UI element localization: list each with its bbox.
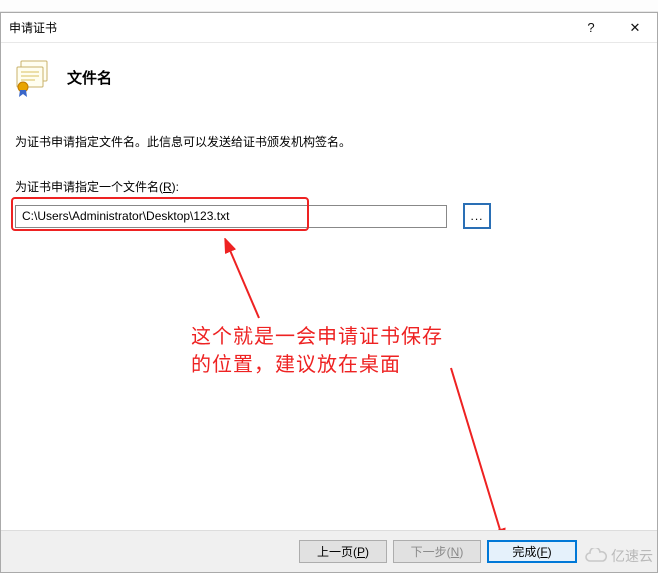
browse-button-label: ...: [470, 209, 483, 223]
dialog-title: 申请证书: [9, 19, 569, 36]
annotation-text: 这个就是一会申请证书保存 的位置，建议放在桌面: [191, 323, 491, 379]
close-icon: ✕: [630, 20, 641, 36]
wizard-footer: 上一页(P) 下一步(N) 完成(F): [1, 530, 657, 572]
next-button: 下一步(N): [393, 540, 481, 563]
path-label-suffix: ):: [172, 180, 179, 194]
finish-label-prefix: 完成(: [512, 543, 540, 560]
annotation-arrow-down: [441, 363, 561, 543]
cloud-icon: [583, 548, 609, 564]
finish-label-suffix: ): [548, 545, 552, 559]
path-field-label: 为证书申请指定一个文件名(R):: [15, 178, 639, 195]
close-button[interactable]: ✕: [613, 13, 657, 43]
finish-button[interactable]: 完成(F): [487, 540, 577, 563]
path-label-hotkey: R: [163, 180, 172, 194]
watermark: 亿速云: [583, 546, 653, 566]
prev-label-suffix: ): [365, 545, 369, 559]
titlebar: 申请证书 ? ✕: [1, 13, 657, 43]
wizard-dialog: 申请证书 ? ✕ 文件名 为证书申请指定文件名。此信息可以发送给证书颁发机构签名…: [0, 12, 658, 573]
wizard-header: 文件名: [1, 43, 657, 105]
help-glyph: ?: [587, 20, 594, 35]
browse-button[interactable]: ...: [463, 203, 491, 229]
next-hotkey: N: [451, 545, 460, 559]
prev-label-prefix: 上一页(: [317, 543, 357, 560]
wizard-body: 为证书申请指定文件名。此信息可以发送给证书颁发机构签名。 为证书申请指定一个文件…: [1, 105, 657, 239]
certificate-path-input[interactable]: [15, 205, 447, 228]
prev-hotkey: P: [357, 545, 365, 559]
path-label-prefix: 为证书申请指定一个文件名(: [15, 180, 163, 194]
previous-button[interactable]: 上一页(P): [299, 540, 387, 563]
annotation-line-2: 的位置，建议放在桌面: [191, 351, 491, 379]
help-button[interactable]: ?: [569, 13, 613, 43]
certificate-icon: [13, 57, 53, 97]
step-description: 为证书申请指定文件名。此信息可以发送给证书颁发机构签名。: [15, 133, 639, 150]
watermark-text: 亿速云: [611, 546, 653, 566]
path-field-row: ...: [15, 203, 639, 229]
next-label-prefix: 下一步(: [411, 543, 451, 560]
next-label-suffix: ): [459, 545, 463, 559]
wizard-step-heading: 文件名: [67, 67, 112, 88]
parent-window-chrome: [0, 0, 658, 12]
annotation-arrow-up: [211, 238, 271, 328]
finish-hotkey: F: [540, 545, 547, 559]
annotation-line-1: 这个就是一会申请证书保存: [191, 323, 491, 351]
